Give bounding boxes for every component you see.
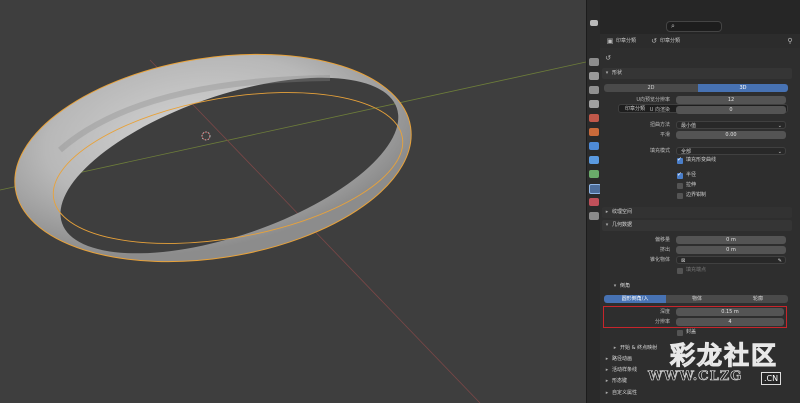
tool-icon[interactable] [589,58,599,66]
object-icon: ▣ [606,37,614,45]
resolution-render-field[interactable]: 0 [676,106,786,114]
material-icon[interactable] [589,198,599,206]
physics-icon[interactable] [589,170,599,178]
chevron-down-icon: ▾ [605,70,609,76]
watermark-url: WWW.CLZG [648,369,743,385]
section-shape[interactable]: ▾ 形状 [602,68,792,79]
extrude-field[interactable]: 0 m [676,246,786,254]
fill-caps-2-label: 封盖 [686,329,697,335]
stretch-label: 拉伸 [686,182,697,188]
fill-caps-label: 填充端点 [686,267,707,273]
bevel-round-button[interactable]: 圆形倒角/入 [604,295,666,303]
resolution-label: 分辨率 [654,319,670,325]
radius-label: 半径 [686,172,697,178]
fill-mode-label: 填充模式 [649,148,670,154]
curve-data-small-icon: ↺ [605,54,611,62]
extrude-label: 挤出 [659,247,670,253]
bevel-profile-button[interactable]: 轮廓 [728,295,788,303]
modifier-wrench-icon[interactable] [589,142,599,150]
fill-caps-checkbox[interactable] [677,268,683,274]
dimension-2d-button[interactable]: 2D [604,84,698,92]
radius-checkbox[interactable] [677,171,683,179]
smooth-field[interactable]: 0.00 [676,131,786,139]
smooth-label: 平滑 [659,132,670,138]
breadcrumb-object[interactable]: 印章分類 [616,37,636,46]
offset-field[interactable]: 0 m [676,236,786,244]
chevron-right-icon: ▸ [605,209,609,215]
taper-object-field[interactable]: ⊠ ✎ [676,256,786,264]
fill-deform-checkbox[interactable] [677,156,683,164]
output-icon[interactable] [589,86,599,94]
chevron-right-icon: ▸ [605,367,609,373]
bevel-object-button[interactable]: 物体 [666,295,728,303]
section-geometry[interactable]: ▾ 几何数据 [602,220,792,231]
bounds-clamp-checkbox[interactable] [677,193,683,199]
resolution-field[interactable]: 4 [676,318,784,326]
offset-label: 偏移量 [654,237,670,243]
particles-icon[interactable] [589,156,599,164]
section-bevel[interactable]: ▾ 倒角 [610,281,790,292]
chevron-down-icon: ⌄ [777,149,782,155]
properties-tab-bar [586,0,601,403]
scene-icon[interactable] [589,114,599,122]
depth-field[interactable]: 0.15 m [676,308,784,316]
watermark-badge: .CN [761,372,782,385]
search-field[interactable]: ⌕ [666,21,722,32]
chevron-right-icon: ▸ [605,378,609,384]
search-icon: ⌕ [671,22,675,30]
fill-mode-select[interactable]: 全部 ⌄ [676,147,786,155]
breadcrumb: ▣ 印章分類 ↺ 印章分類 ⚲ [600,34,800,48]
editor-type-icon[interactable] [590,20,598,26]
breadcrumb-data[interactable]: 印章分類 [660,37,680,46]
view-layer-icon[interactable] [589,100,599,108]
3d-viewport[interactable] [0,0,586,403]
render-icon[interactable] [589,72,599,80]
resolution-preview-field[interactable]: 12 [676,96,786,104]
chevron-down-icon: ▾ [613,283,617,289]
pin-icon[interactable]: ⚲ [786,37,794,45]
chevron-down-icon: ⌄ [777,123,782,129]
resolution-render-label: U 向渲染 [649,107,670,113]
chevron-right-icon: ▸ [613,345,617,351]
twist-method-label: 扭曲方法 [649,122,670,128]
eyedropper-icon[interactable]: ✎ [778,257,782,265]
depth-label: 深度 [659,309,670,315]
taper-object-label: 锥化物体 [649,257,670,263]
chevron-right-icon: ▸ [605,356,609,362]
watermark: 彩龙社区 WWW.CLZG .CN [648,336,800,396]
texture-icon[interactable] [589,212,599,220]
torus-object[interactable] [0,28,426,288]
fill-deform-label: 填充形变曲线 [686,157,717,163]
chevron-right-icon: ▸ [605,390,609,396]
dimension-3d-button[interactable]: 3D [698,84,788,92]
chevron-down-icon: ▾ [605,222,609,228]
bounds-clamp-label: 边界钳制 [686,192,707,198]
twist-method-select[interactable]: 最小值 ⌄ [676,121,786,129]
panel-header: ⌕ [600,0,800,34]
object-picker-icon: ⊠ [681,258,686,264]
world-icon[interactable] [589,128,599,136]
stretch-checkbox[interactable] [677,183,683,189]
data-block-row: ↺ 印章分類 [600,50,800,113]
viewport-scene [0,28,586,403]
section-texture-space[interactable]: ▸ 纹理空间 [602,207,792,218]
watermark-title: 彩龙社区 [669,341,779,371]
resolution-preview-label: U向预览分辨率 [636,97,670,103]
curve-icon: ↺ [651,37,657,45]
